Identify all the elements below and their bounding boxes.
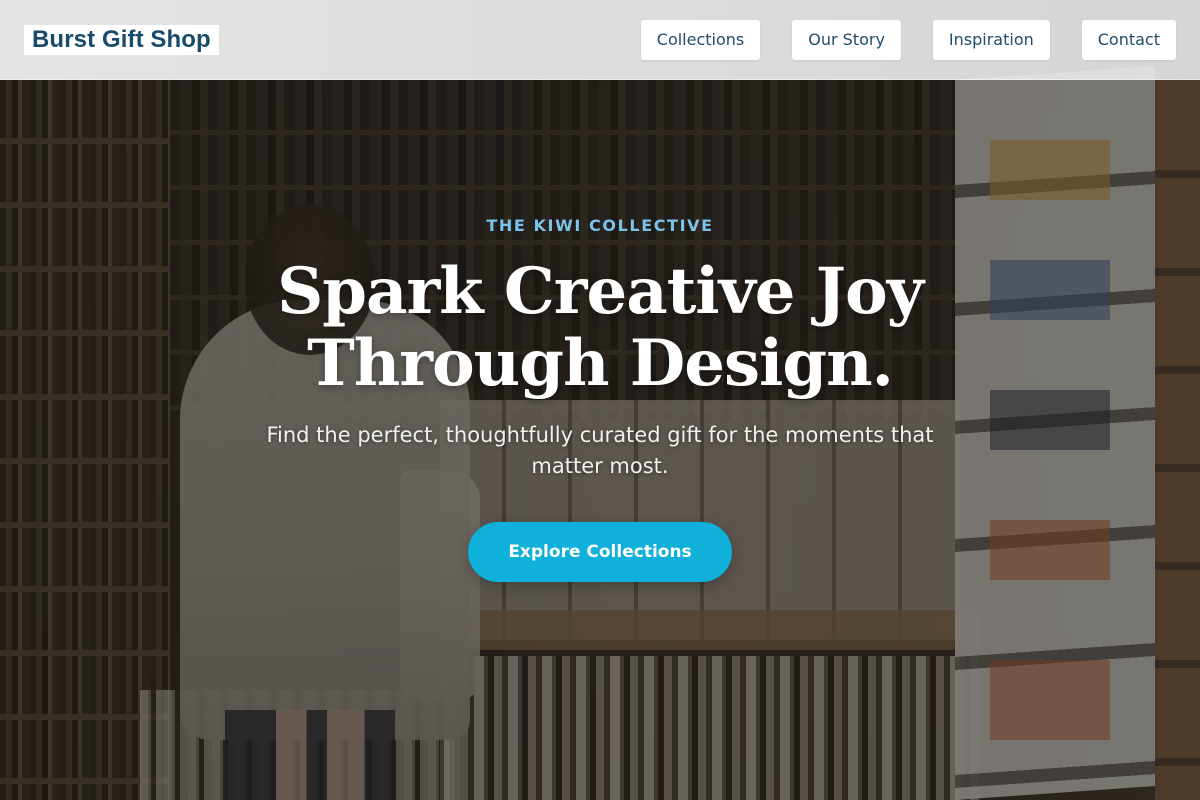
hero-eyebrow: THE KIWI COLLECTIVE <box>486 216 714 235</box>
explore-collections-button[interactable]: Explore Collections <box>468 522 732 582</box>
nav-contact-button[interactable]: Contact <box>1081 19 1176 60</box>
hero-subtext: Find the perfect, thoughtfully curated g… <box>266 423 934 478</box>
nav-inspiration-button[interactable]: Inspiration <box>932 19 1050 60</box>
nav-collections-button[interactable]: Collections <box>640 19 761 60</box>
site-header: Burst Gift Shop Collections Our Story In… <box>0 0 1200 80</box>
main-nav: Collections Our Story Inspiration Contac… <box>640 19 1176 60</box>
brand-logo-link[interactable]: Burst Gift Shop <box>24 24 219 55</box>
nav-our-story-button[interactable]: Our Story <box>792 19 901 60</box>
hero-content: THE KIWI COLLECTIVE Spark Creative Joy T… <box>0 200 1200 582</box>
hero-headline: Spark Creative Joy Through Design. <box>277 254 924 401</box>
